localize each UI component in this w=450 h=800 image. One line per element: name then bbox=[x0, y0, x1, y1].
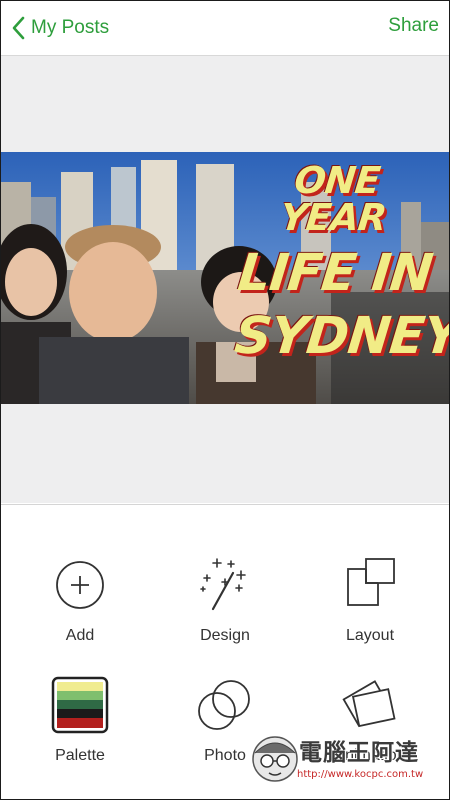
palette-icon bbox=[51, 676, 109, 734]
layout-label: Layout bbox=[345, 627, 395, 644]
app-screen: My Posts Share ONE YEAR LIFE IN SYDNEY A… bbox=[0, 0, 450, 800]
share-button[interactable]: Share bbox=[388, 15, 439, 37]
add-button[interactable]: Add bbox=[20, 555, 140, 645]
back-button[interactable]: My Posts bbox=[11, 14, 109, 42]
post-title-line-1: ONE YEAR bbox=[278, 159, 388, 239]
design-label: Design bbox=[200, 627, 250, 644]
palette-button[interactable]: Palette bbox=[20, 675, 140, 765]
watermark-url: http://www.kocpc.com.tw bbox=[297, 769, 424, 780]
plus-circle-icon bbox=[56, 561, 104, 609]
post-title-line-3: SYDNEY bbox=[231, 307, 449, 366]
layout-icon bbox=[347, 558, 395, 606]
back-label: My Posts bbox=[31, 17, 110, 38]
watermark-title: 電腦王阿達 bbox=[299, 740, 419, 766]
top-bar: My Posts Share bbox=[1, 1, 449, 56]
post-title-line-2: LIFE IN bbox=[235, 244, 435, 303]
watermark: 電腦王阿達 http://www.kocpc.com.tw bbox=[249, 729, 449, 789]
add-label: Add bbox=[65, 627, 95, 644]
post-title-text[interactable]: ONE YEAR LIFE IN SYDNEY bbox=[231, 159, 449, 366]
post-canvas-area: ONE YEAR LIFE IN SYDNEY bbox=[1, 56, 449, 503]
magic-wand-icon bbox=[200, 558, 246, 611]
design-button[interactable]: Design bbox=[165, 555, 285, 645]
mascot-icon bbox=[252, 736, 298, 782]
layout-button[interactable]: Layout bbox=[310, 555, 430, 645]
post-image[interactable]: ONE YEAR LIFE IN SYDNEY bbox=[1, 152, 449, 404]
photo-filter-icon bbox=[198, 680, 250, 730]
animation-icon bbox=[342, 680, 396, 728]
chevron-left-icon bbox=[12, 16, 25, 40]
palette-label: Palette bbox=[55, 747, 105, 764]
